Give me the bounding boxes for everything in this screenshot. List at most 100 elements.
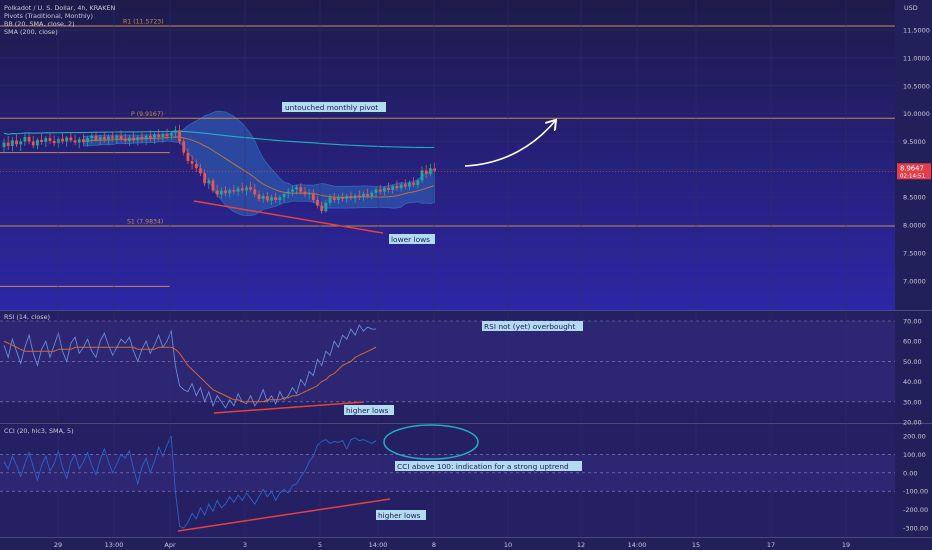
- candle-body: [370, 192, 374, 197]
- candle-body: [412, 182, 416, 185]
- candle-body: [345, 196, 349, 199]
- candle-body: [408, 182, 411, 187]
- candle-body: [303, 191, 307, 195]
- candle-body: [332, 197, 336, 200]
- last-price-label: 8.9647 02:14:51: [897, 163, 931, 180]
- cci-tick-label: 0.00: [903, 469, 917, 477]
- candle-body: [48, 138, 52, 141]
- candle-body: [144, 135, 148, 140]
- candle-body: [433, 168, 436, 172]
- cci-title: CCI (20, hlc3, SMA, 5): [4, 427, 74, 435]
- candle-body: [98, 137, 102, 140]
- price-tick-label: 7.5000: [903, 249, 926, 257]
- candle-body: [403, 184, 407, 187]
- candle-body: [6, 142, 10, 146]
- candle-body: [86, 138, 89, 143]
- candle-body: [395, 186, 399, 189]
- time-tick-label: 14:00: [628, 541, 647, 549]
- candle-body: [115, 135, 119, 139]
- candle-body: [299, 187, 303, 192]
- rsi-tick-label: 60.00: [903, 338, 922, 346]
- note-cci-uptrend: CCI above 100: indication for a strong u…: [397, 462, 569, 471]
- last-price-countdown: 02:14:51: [900, 173, 926, 179]
- candle-body: [378, 189, 382, 192]
- candle-body: [128, 137, 131, 141]
- candle-body: [399, 184, 403, 189]
- candle-body: [337, 197, 340, 200]
- price-tick-label: 9.5000: [903, 138, 926, 146]
- note-rsi-overbought: RSI not (yet) overbought: [484, 322, 575, 331]
- time-tick-label: 14:00: [369, 541, 388, 549]
- candle-body: [111, 136, 115, 139]
- candle-body: [186, 152, 190, 161]
- pivot-label-p: P (9.9167): [131, 111, 163, 118]
- candle-body: [173, 130, 177, 133]
- candle-body: [194, 163, 198, 169]
- candle-body: [236, 188, 240, 192]
- candle-body: [307, 192, 311, 195]
- candle-body: [362, 193, 365, 198]
- candle-body: [366, 193, 370, 197]
- candle-body: [123, 138, 127, 141]
- candle-body: [224, 190, 227, 194]
- candle-body: [182, 141, 186, 153]
- price-pane[interactable]: [0, 0, 895, 310]
- trading-chart[interactable]: 11.500011.000010.500010.00009.50009.0000…: [0, 0, 932, 550]
- candle-body: [257, 194, 261, 199]
- candle-body: [211, 180, 215, 191]
- note-lower-lows: lower lows: [391, 235, 430, 244]
- time-tick-label: 17: [767, 541, 775, 549]
- time-tick-label: Apr: [164, 541, 176, 549]
- cci-tick-label: -100.00: [903, 488, 928, 496]
- candle-body: [199, 168, 202, 174]
- indicator-bb: BB (20, SMA, close, 2): [4, 20, 75, 28]
- candle-body: [328, 197, 332, 203]
- cci-tick-label: 100.00: [903, 451, 926, 459]
- candle-body: [90, 135, 94, 139]
- last-price-value: 8.9647: [900, 164, 924, 172]
- candle-body: [203, 173, 207, 184]
- time-tick-label: 29: [54, 541, 62, 549]
- candle-body: [424, 170, 428, 174]
- candle-body: [56, 138, 60, 144]
- candle-body: [357, 195, 361, 198]
- candle-body: [40, 139, 44, 143]
- candle-body: [165, 134, 169, 136]
- candle-body: [274, 197, 278, 200]
- candle-body: [261, 196, 265, 199]
- time-tick-label: 12: [577, 541, 585, 549]
- symbol-title: Polkadot / U. S. Dollar, 4h, KRAKEN: [4, 4, 116, 12]
- candle-body: [232, 189, 236, 192]
- candle-body: [207, 180, 211, 184]
- candle-body: [391, 186, 395, 190]
- candle-body: [249, 187, 253, 190]
- candle-body: [215, 190, 219, 195]
- time-tick-label: 3: [243, 541, 247, 549]
- price-tick-label: 8.5000: [903, 194, 926, 202]
- cci-tick-label: -300.00: [903, 525, 928, 533]
- note-pivot: untouched monthly pivot: [285, 103, 378, 112]
- candle-body: [265, 196, 269, 201]
- candle-body: [240, 188, 244, 191]
- indicator-pivots: Pivots (Traditional, Monthly): [4, 12, 93, 20]
- candle-body: [148, 135, 152, 139]
- price-tick-label: 10.0000: [903, 110, 930, 118]
- candle-body: [19, 141, 23, 145]
- rsi-title: RSI (14, close): [4, 313, 50, 321]
- candle-body: [31, 141, 35, 146]
- candle-body: [27, 137, 31, 142]
- candle-body: [161, 134, 165, 138]
- candle-body: [69, 137, 73, 141]
- candle-body: [102, 137, 106, 140]
- candle-body: [349, 196, 353, 199]
- candle-body: [387, 187, 390, 190]
- candle-body: [316, 199, 319, 206]
- candle-body: [311, 192, 315, 200]
- pivot-label-r1: R1 (11.5723): [123, 19, 164, 26]
- candle-body: [44, 138, 48, 143]
- cci-tick-label: 200.00: [903, 433, 926, 441]
- rsi-tick-label: 20.00: [903, 419, 922, 427]
- time-tick-label: 19: [842, 541, 850, 549]
- note-rsi-higher-lows: higher lows: [346, 406, 389, 415]
- candle-body: [420, 170, 424, 181]
